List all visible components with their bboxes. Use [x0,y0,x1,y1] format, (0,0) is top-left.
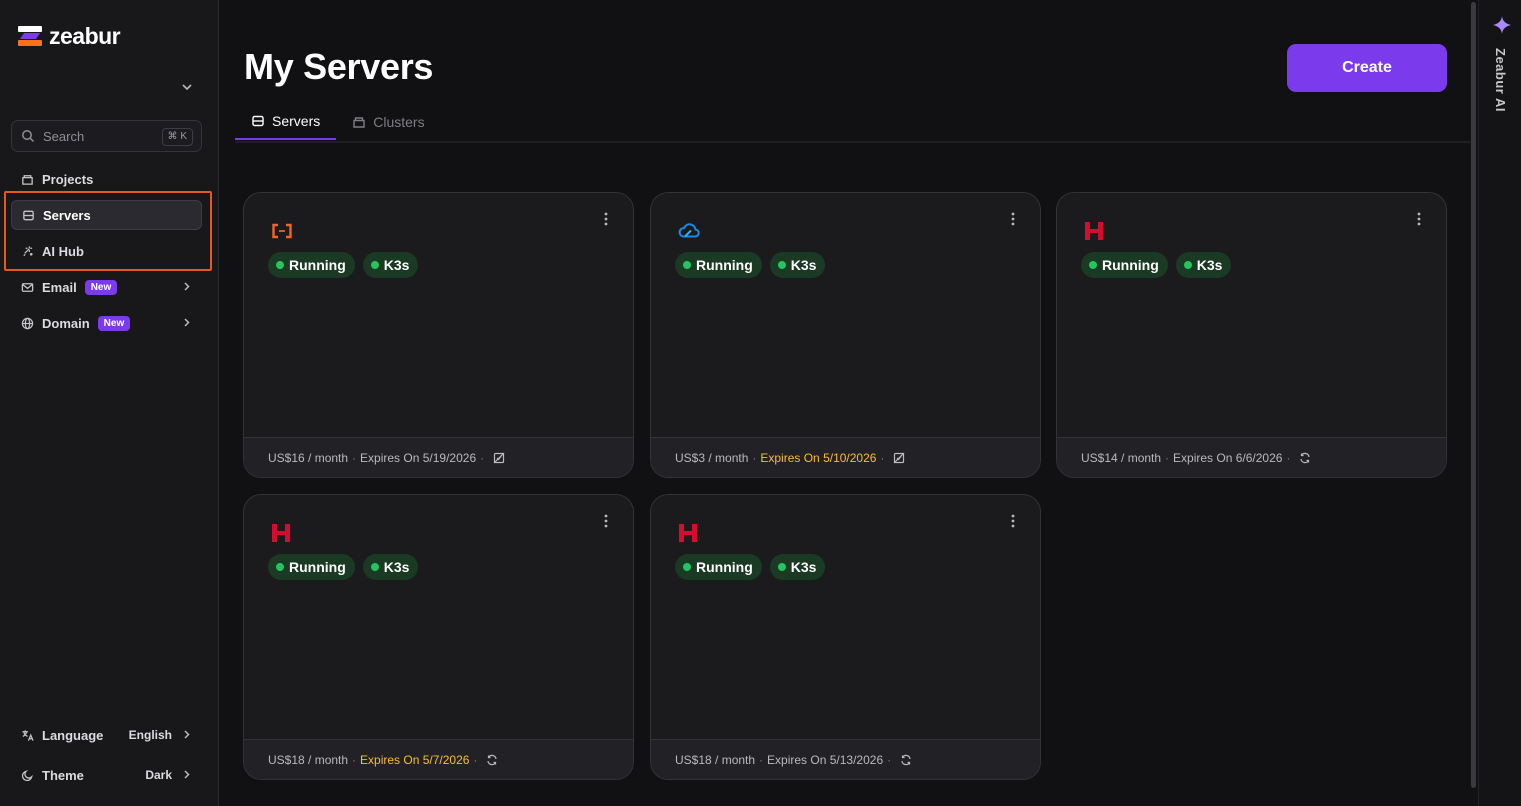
more-options-icon[interactable] [1412,211,1426,227]
globe-icon [21,317,34,329]
new-badge: New [84,279,118,295]
theme-selector[interactable]: Theme Dark [11,760,202,790]
auto-renew-off-icon [894,452,905,463]
status-badge: Running [1081,252,1168,278]
chevron-right-icon [184,318,190,327]
new-badge: New [97,315,131,331]
server-icon [252,115,264,127]
theme-label: Theme [42,767,84,783]
price: US$3 / month [675,450,749,465]
scrollbar[interactable] [1471,2,1476,788]
status-badge: Running [268,554,355,580]
k3s-badge: K3s [769,252,826,278]
auto-renew-icon [487,754,498,765]
main-content: My Servers Create Servers Clusters Runni… [220,0,1472,806]
create-button[interactable]: Create [1287,44,1447,92]
card-footer: US$3 / month · Expires On 5/10/2026 · [651,437,1040,477]
zeabur-logo-icon [18,26,42,46]
tab-label: Clusters [373,114,425,130]
sidebar-item-email[interactable]: Email New [11,272,202,302]
moon-icon [21,769,33,781]
status-badge: Running [675,554,762,580]
page-title: My Servers [244,46,434,87]
k3s-badge: K3s [362,252,419,278]
sidebar-item-label: AI Hub [42,243,84,259]
server-card[interactable]: Running K3s US$16 / month · Expires On 5… [243,192,634,478]
logo-text: zeabur [49,22,121,49]
search-icon [22,130,35,143]
status-badge: Running [268,252,355,278]
more-options-icon[interactable] [599,513,613,529]
card-footer: US$18 / month · Expires On 5/7/2026 · [244,739,633,779]
search-input[interactable]: Search ⌘ K [11,120,202,152]
chevron-right-icon [184,730,190,739]
theme-value: Dark [145,768,172,782]
expiry-date: Expires On 6/6/2026 [1173,450,1283,465]
card-footer: US$14 / month · Expires On 6/6/2026 · [1057,437,1446,477]
chevron-right-icon [184,282,190,291]
zeabur-logo[interactable]: zeabur [18,22,121,49]
card-footer: US$18 / month · Expires On 5/13/2026 · [651,739,1040,779]
hetzner-icon [272,524,290,542]
auto-renew-icon [1300,452,1311,463]
sidebar-item-label: Domain [42,315,90,331]
price: US$18 / month [675,752,756,767]
tab-label: Servers [272,113,321,129]
zeabur-ai-panel-toggle[interactable]: Zeabur AI [1478,0,1521,806]
mail-icon [21,282,34,292]
hetzner-icon [1085,222,1103,240]
expiry-date: Expires On 5/10/2026 [760,450,877,465]
sidebar-item-ai-hub[interactable]: AI Hub [11,236,202,266]
tabs: Servers Clusters [235,104,441,142]
price: US$14 / month [1081,450,1162,465]
more-options-icon[interactable] [1006,211,1020,227]
auto-renew-icon [901,754,911,765]
sidebar-item-projects[interactable]: Projects [11,164,202,194]
translate-icon [22,729,34,741]
tencent-cloud-icon [678,223,700,238]
expiry-date: Expires On 5/19/2026 [360,450,477,465]
status-badge: Running [675,252,762,278]
sparkle-icon [23,245,33,256]
more-options-icon[interactable] [599,211,613,227]
cluster-icon [353,117,365,128]
search-placeholder: Search [43,128,85,144]
sidebar-item-domain[interactable]: Domain New [11,308,202,338]
more-options-icon[interactable] [1006,513,1020,529]
server-card[interactable]: Running K3s US$3 / month · Expires On 5/… [650,192,1041,478]
alibaba-cloud-icon [272,223,292,239]
price: US$18 / month [268,752,349,767]
hetzner-icon [679,524,697,542]
sparkle-icon [1493,16,1511,34]
language-selector[interactable]: Language English [11,720,202,750]
price: US$16 / month [268,450,349,465]
zeabur-ai-label: Zeabur AI [1493,48,1508,112]
chevron-right-icon [184,770,190,779]
server-card[interactable]: Running K3s US$14 / month · Expires On 6… [1056,192,1447,478]
tabs-divider [235,141,1472,143]
k3s-badge: K3s [769,554,826,580]
sidebar-item-servers[interactable]: Servers [11,200,202,230]
expiry-date: Expires On 5/13/2026 [767,752,884,767]
k3s-badge: K3s [362,554,419,580]
language-value: English [128,728,172,742]
tab-clusters[interactable]: Clusters [336,104,440,140]
folder-icon [22,174,33,185]
sidebar-item-label: Email [42,279,77,295]
k3s-badge: K3s [1175,252,1232,278]
sidebar-item-label: Servers [43,207,91,223]
sidebar: zeabur Search ⌘ K Projects Servers AI Hu… [0,0,219,806]
sidebar-item-label: Projects [42,171,94,187]
server-card[interactable]: Running K3s US$18 / month · Expires On 5… [650,494,1041,780]
language-label: Language [42,727,104,743]
tab-servers[interactable]: Servers [235,104,337,140]
chevron-down-icon[interactable] [180,80,194,94]
auto-renew-off-icon [493,452,505,463]
expiry-date: Expires On 5/7/2026 [360,752,470,767]
search-shortcut: ⌘ K [161,128,193,146]
server-card[interactable]: Running K3s US$18 / month · Expires On 5… [243,494,634,780]
server-icon [23,210,34,220]
card-footer: US$16 / month · Expires On 5/19/2026 · [244,437,633,477]
